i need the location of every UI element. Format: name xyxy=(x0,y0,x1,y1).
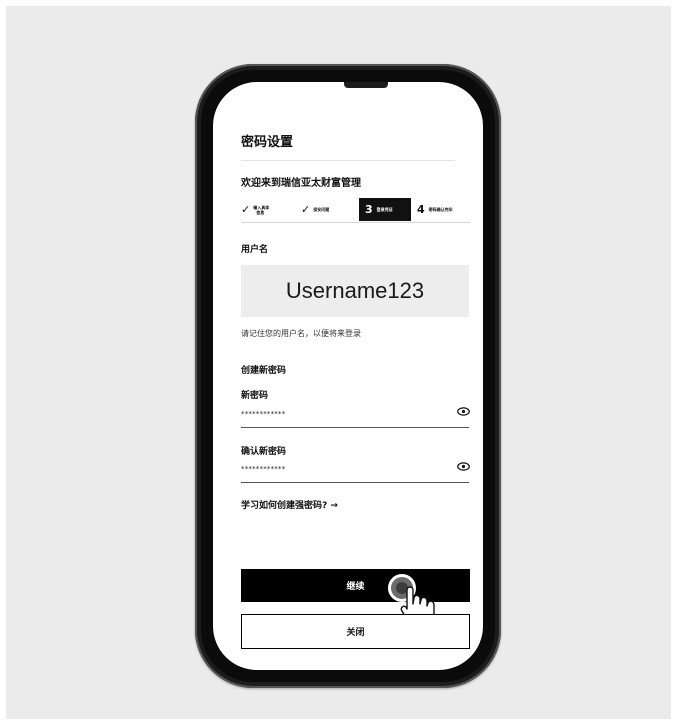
new-password-field[interactable]: ************ xyxy=(241,410,285,418)
close-button[interactable]: 关闭 xyxy=(241,614,470,649)
step-1-label-line1: 输入具体 xyxy=(253,204,270,210)
username-display: Username123 xyxy=(241,265,469,317)
eye-icon-svg xyxy=(457,407,470,416)
title-divider xyxy=(241,160,455,161)
eye-icon[interactable] xyxy=(457,462,470,474)
username-value: Username123 xyxy=(285,278,425,303)
welcome-text: 欢迎来到瑞信亚太财富管理 xyxy=(241,178,361,189)
step-3-active: 3 登录凭证 xyxy=(359,198,411,221)
username-note: 请记住您的用户名，以便将来登录 xyxy=(241,329,361,338)
phone-bezel: 密码设置 欢迎来到瑞信亚太财富管理 ✓ 输入具体 信息 ✓ 保安问题 3 登录凭… xyxy=(201,70,495,682)
step-2: ✓ 保安问题 xyxy=(301,198,357,221)
close-button-label: 关闭 xyxy=(346,628,365,638)
step-3-label: 登录凭证 xyxy=(376,207,393,212)
background-panel: 密码设置 欢迎来到瑞信亚太财富管理 ✓ 输入具体 信息 ✓ 保安问题 3 登录凭… xyxy=(6,6,671,719)
create-password-heading: 创建新密码 xyxy=(241,366,287,376)
new-password-label: 新密码 xyxy=(241,391,269,401)
step-2-label: 保安问题 xyxy=(313,207,330,212)
check-icon: ✓ xyxy=(241,203,251,216)
step-1: ✓ 输入具体 信息 xyxy=(241,198,299,221)
step-4-label: 密码确认完毕 xyxy=(428,207,453,212)
continue-button-label: 继续 xyxy=(346,582,365,592)
step-1-label-line2: 信息 xyxy=(256,209,265,215)
new-password-underline xyxy=(241,427,469,428)
progress-steps: ✓ 输入具体 信息 ✓ 保安问题 3 登录凭证 4 密码确认完毕 xyxy=(241,198,471,221)
confirm-password-underline xyxy=(241,482,469,483)
steps-underline xyxy=(241,222,471,223)
confirm-password-label: 确认新密码 xyxy=(241,447,287,457)
step-4-number: 4 xyxy=(417,203,425,216)
username-label: 用户名 xyxy=(241,245,269,255)
page-title: 密码设置 xyxy=(241,135,294,150)
eye-icon[interactable] xyxy=(457,407,470,419)
check-icon: ✓ xyxy=(301,203,311,216)
eye-icon-svg xyxy=(457,462,470,471)
phone-screen: 密码设置 欢迎来到瑞信亚太财富管理 ✓ 输入具体 信息 ✓ 保安问题 3 登录凭… xyxy=(213,82,483,670)
learn-strong-password-link[interactable]: 学习如何创建强密码? → xyxy=(241,498,338,511)
step-3-number: 3 xyxy=(365,203,373,216)
confirm-password-field[interactable]: ************ xyxy=(241,465,285,473)
phone-frame: 密码设置 欢迎来到瑞信亚太财富管理 ✓ 输入具体 信息 ✓ 保安问题 3 登录凭… xyxy=(195,64,501,688)
step-4: 4 密码确认完毕 xyxy=(415,198,473,221)
notch xyxy=(344,82,388,88)
